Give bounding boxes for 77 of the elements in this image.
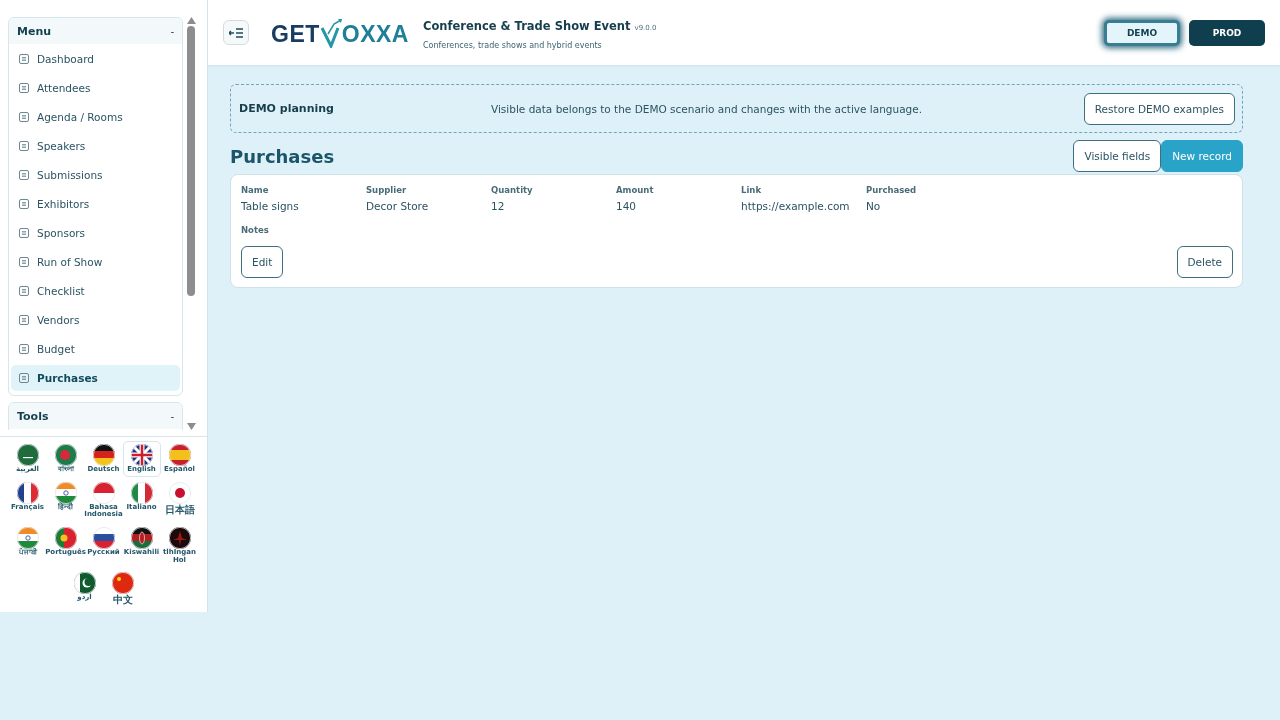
flag-icon [16,481,39,504]
field-label: Notes [241,225,270,235]
mode-button[interactable]: PROD [1189,19,1265,46]
edit-button[interactable]: Edit [241,246,284,278]
collapse-toggle[interactable]: - [170,410,174,422]
flag-icon [92,527,115,550]
flag-icon [168,527,191,550]
field-value: 12 [491,200,506,212]
menu-item[interactable]: Dashboard [11,46,180,72]
menu-item[interactable]: Checklist [11,278,180,304]
flag-icon [54,444,77,466]
document-icon [19,344,29,354]
menu-item[interactable]: Submissions [11,162,180,188]
logo: GET OXXA [271,17,409,48]
document-icon [19,54,29,64]
document-icon [19,141,29,151]
mode-button[interactable]: DEMO [1104,19,1180,46]
flag-icon [130,444,153,466]
field-label: Purchased [866,185,918,195]
field-label: Amount [616,185,655,195]
field-label: Link [741,185,763,195]
flag-icon [73,572,96,595]
collapse-toggle[interactable]: - [170,25,174,37]
field-label: Name [241,185,270,195]
field-value: https://example.com [741,200,851,212]
app-subtitle: Conferences, trade shows and hybrid events [422,41,603,50]
flag-icon [111,572,134,595]
menu-item[interactable]: Vendors [11,307,180,333]
menu-item[interactable]: Speakers [11,133,180,159]
menu-item[interactable]: Agenda / Rooms [11,104,180,130]
page-title: Purchases [230,145,335,167]
menu-item[interactable]: Sponsors [11,220,180,246]
document-icon [19,286,29,296]
flag-icon [16,527,39,550]
flag-icon [130,481,153,504]
panel-title: Tools [17,409,49,423]
field-value: Table signs [241,200,300,212]
menu-item[interactable]: Budget [11,336,180,362]
flag-icon [168,444,191,466]
flag-icon [168,481,191,504]
collapse-menu-icon [229,27,243,38]
document-icon [19,112,29,122]
field-label: Supplier [366,185,408,195]
delete-button[interactable]: Delete [1176,246,1233,278]
field-value: Decor Store [366,200,430,212]
flag-icon [54,481,77,504]
document-icon [19,373,29,383]
menu-item[interactable]: Run of Show [11,249,180,275]
document-icon [19,228,29,238]
menu-item[interactable]: Attendees [11,75,180,101]
menu-item[interactable]: Exhibitors [11,191,180,217]
menu-item[interactable]: Purchases [11,365,180,391]
flag-icon [92,444,115,466]
field-value: No [866,200,882,212]
restore-button[interactable]: Restore DEMO examples [1083,92,1235,125]
field-label: Quantity [491,185,534,195]
panel-title: Menu [17,24,52,38]
notice-title: DEMO planning [239,102,335,115]
document-icon [19,199,29,209]
scroll-down-icon[interactable] [186,423,196,430]
field-value: 140 [616,200,638,212]
scroll-up-icon[interactable] [186,17,196,24]
document-icon [19,315,29,325]
document-icon [19,257,29,267]
language-option[interactable]: 日本語 [160,478,199,523]
collapse-sidebar-button[interactable] [223,20,249,45]
flag-icon [54,527,77,550]
language-option[interactable]: 中文 [103,569,142,609]
document-icon [19,170,29,180]
flag-icon [16,444,39,466]
notice-text: Visible data belongs to the DEMO scenario and changes with the active language. [491,102,923,115]
scrollbar-thumb[interactable] [187,26,195,296]
flag-icon [92,481,115,504]
app-title: Conference & Trade Show Event [422,19,631,33]
action-button[interactable]: Visible fields [1073,140,1162,172]
document-icon [19,83,29,93]
flag-icon [130,527,153,550]
